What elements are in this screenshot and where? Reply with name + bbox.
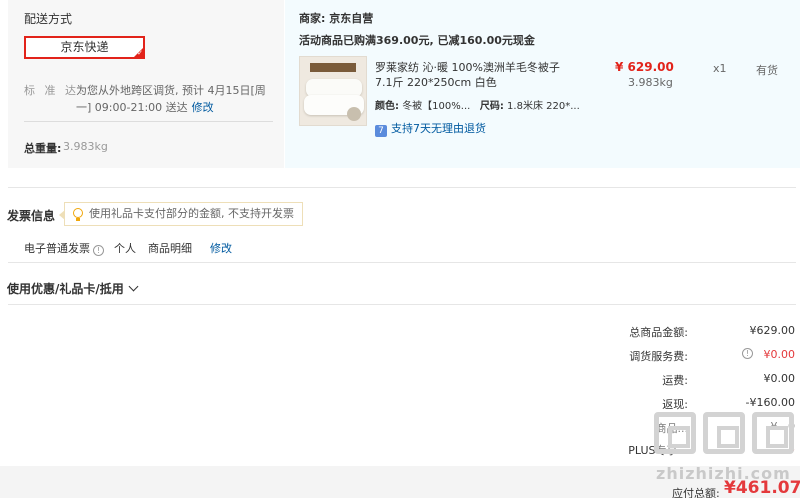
summary-row: 调货服务费: ! ¥0.00 — [560, 348, 795, 364]
product-weight: 3.983kg — [628, 76, 673, 89]
color-label: 颜色: — [375, 101, 399, 112]
product-price: ¥ 629.00 — [615, 60, 674, 74]
divider — [8, 187, 796, 188]
total-weight-label: 总重量: — [24, 142, 62, 155]
invoice-type: 电子普通发票! — [24, 240, 104, 256]
info-icon[interactable]: ! — [742, 348, 753, 359]
return-service[interactable]: 7 支持7天无理由退货 — [375, 120, 486, 137]
summary-value: -¥160.00 — [745, 396, 795, 409]
watermark-text: zhizhizhi.com — [656, 464, 791, 483]
delivery-info: 为您从外地跨区调货, 预计 4月15日[周一] 09:00-21:00 送达 修改 — [76, 82, 276, 116]
invoice-tip-text: 使用礼品卡支付部分的金额, 不支持开发票 — [89, 207, 294, 220]
check-icon: ✓ — [137, 49, 143, 57]
product-attributes: 颜色: 冬被【100%... 尺码: 1.8米床 220*... — [375, 97, 580, 112]
lightbulb-icon — [73, 208, 83, 221]
summary-row: 返现: -¥160.00 — [560, 396, 795, 412]
invoice-modify-link[interactable]: 修改 — [210, 240, 232, 256]
divider — [8, 304, 796, 305]
stock-status: 有货 — [756, 64, 778, 77]
summary-row: 运费: ¥0.00 — [560, 372, 795, 388]
coupon-toggle[interactable]: 使用优惠/礼品卡/抵用 — [7, 280, 139, 297]
seller-name: 商家: 京东自营 — [299, 12, 374, 25]
watermark-logo-icon — [703, 412, 745, 454]
invoice-holder: 个人 — [114, 242, 136, 255]
total-weight-value: 3.983kg — [63, 140, 108, 153]
summary-row: 总商品金额: ¥629.00 — [560, 324, 795, 340]
shipping-method-label: 京东快递 — [60, 40, 109, 54]
chevron-down-icon — [128, 281, 139, 292]
thumbnail-tag — [310, 63, 356, 72]
product-thumbnail[interactable] — [299, 56, 367, 126]
summary-value: ¥0.00 — [763, 372, 796, 385]
shipping-title: 配送方式 — [24, 12, 73, 26]
invoice-title: 发票信息 — [7, 209, 56, 223]
thumbnail-badge — [347, 107, 361, 121]
watermark: zhizhizhi.com — [648, 412, 800, 498]
divider — [24, 121, 273, 122]
help-icon[interactable]: ! — [93, 245, 104, 256]
color-value: 冬被【100%... — [402, 101, 471, 112]
summary-label: 运费: — [662, 374, 688, 387]
product-quantity: x1 — [713, 62, 727, 75]
invoice-tip: 使用礼品卡支付部分的金额, 不支持开发票 — [59, 202, 303, 226]
size-value: 1.8米床 220*... — [507, 101, 580, 112]
size-label: 尺码: — [479, 101, 504, 112]
delivery-modify-link[interactable]: 修改 — [192, 101, 214, 114]
shipping-panel: 配送方式 京东快递 ✓ 标 准 达: 为您从外地跨区调货, 预计 4月15日[周… — [8, 0, 284, 168]
watermark-logo-icon — [654, 412, 696, 454]
coupon-label: 使用优惠/礼品卡/抵用 — [7, 282, 124, 296]
summary-label: 总商品金额: — [629, 326, 688, 339]
return-service-icon: 7 — [375, 125, 387, 137]
summary-value: ¥0.00 — [763, 348, 796, 361]
promo-text: 活动商品已购满369.00元, 已减160.00元现金 — [299, 34, 535, 47]
invoice-type-label: 电子普通发票 — [24, 242, 90, 255]
watermark-logo-icon — [752, 412, 794, 454]
summary-label: 返现: — [662, 398, 688, 411]
invoice-content: 商品明细 — [148, 242, 192, 255]
summary-value: ¥629.00 — [749, 324, 796, 337]
shipping-method-button[interactable]: 京东快递 ✓ — [24, 36, 145, 59]
return-service-label: 支持7天无理由退货 — [391, 122, 486, 135]
divider — [8, 262, 796, 263]
delivery-info-text: 为您从外地跨区调货, 预计 4月15日[周一] 09:00-21:00 送达 — [76, 84, 266, 114]
summary-label: 调货服务费: — [629, 350, 688, 363]
product-name-link[interactable]: 罗莱家纺 沁·暖 100%澳洲羊毛冬被子 7.1斤 220*250cm 白色 — [375, 60, 575, 90]
goods-panel: 商家: 京东自营 活动商品已购满369.00元, 已减160.00元现金 罗莱家… — [285, 0, 800, 168]
